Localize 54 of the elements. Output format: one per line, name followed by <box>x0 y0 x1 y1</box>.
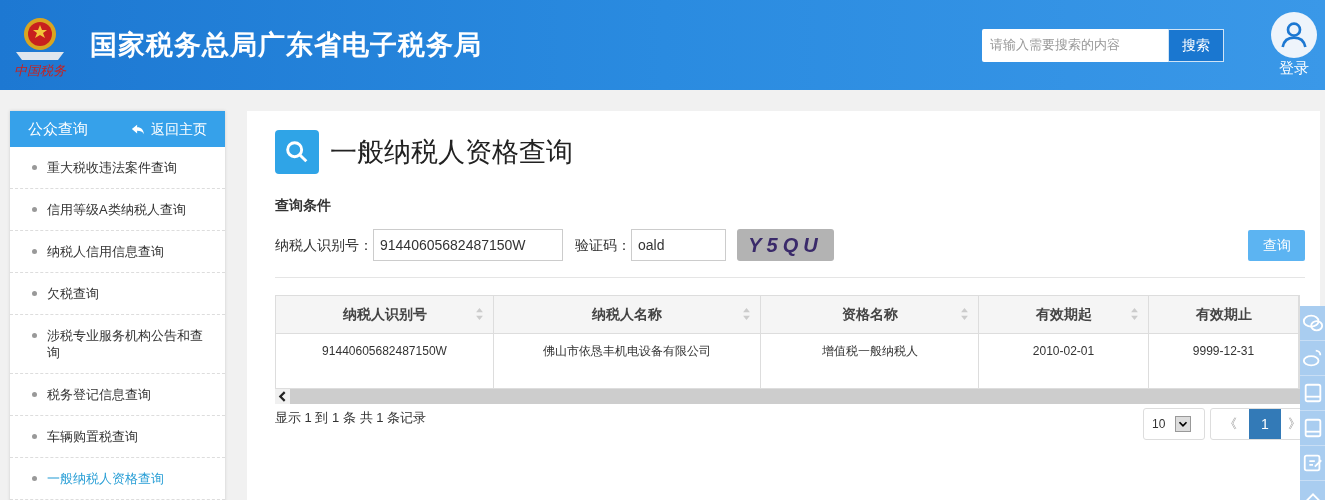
tablet-icon <box>1302 382 1324 404</box>
scroll-left-icon[interactable] <box>275 389 290 404</box>
sidebar-item[interactable]: 重大税收违法案件查询 <box>10 147 225 189</box>
column-header[interactable]: 资格名称 <box>761 296 979 333</box>
sort-icon <box>961 308 968 320</box>
captcha-image[interactable]: Y5QU <box>737 229 834 261</box>
bullet-icon <box>32 207 37 212</box>
sidebar-item[interactable]: 税务登记信息查询 <box>10 374 225 416</box>
column-header[interactable]: 纳税人名称 <box>494 296 761 333</box>
taxpayer-id-label: 纳税人识别号： <box>275 235 373 255</box>
sidebar-title: 公众查询 <box>28 118 88 139</box>
site-title: 国家税务总局广东省电子税务局 <box>90 28 482 62</box>
search-button[interactable]: 搜索 <box>1168 28 1224 62</box>
table-cell: 9999-12-31 <box>1149 334 1299 388</box>
column-header[interactable]: 纳税人识别号 <box>276 296 494 333</box>
captcha-label: 验证码： <box>575 235 631 255</box>
bullet-icon <box>32 291 37 296</box>
bullet-icon <box>32 476 37 481</box>
page-link[interactable]: 1 <box>1249 409 1281 439</box>
page-title: 一般纳税人资格查询 <box>330 135 573 169</box>
bullet-icon <box>32 165 37 170</box>
bullet-icon <box>32 434 37 439</box>
reply-arrow-icon <box>131 122 145 136</box>
horizontal-scrollbar[interactable] <box>275 389 1300 404</box>
edit-icon <box>1302 452 1324 474</box>
avatar-icon[interactable] <box>1271 12 1317 58</box>
sort-icon <box>1131 308 1138 320</box>
page-size-select[interactable]: 10 <box>1143 408 1205 440</box>
bullet-icon <box>32 333 37 338</box>
conditions-label: 查询条件 <box>275 196 332 215</box>
search-icon <box>275 130 319 174</box>
table-cell: 2010-02-01 <box>979 334 1149 388</box>
logo-text: 中国税务 <box>14 63 66 77</box>
bullet-icon <box>32 249 37 254</box>
sort-icon <box>476 308 483 320</box>
column-header[interactable]: 有效期起 <box>979 296 1149 333</box>
column-header[interactable]: 有效期止 <box>1149 296 1299 333</box>
sidebar-item[interactable]: 涉税专业服务机构公告和查询 <box>10 315 225 374</box>
taxpayer-id-field[interactable]: 91440605682487150W <box>373 229 563 261</box>
sidebar-item[interactable]: 纳税人信用信息查询 <box>10 231 225 273</box>
caret-icon <box>1175 416 1192 432</box>
tablet-icon <box>1302 417 1324 439</box>
search-field[interactable]: 请输入需要搜索的内容 <box>982 28 1168 62</box>
sidebar-item[interactable]: 欠税查询 <box>10 273 225 315</box>
bullet-icon <box>32 392 37 397</box>
table-cell: 佛山市依恳丰机电设备有限公司 <box>494 334 761 388</box>
sidebar-item[interactable]: 车辆购置税查询 <box>10 416 225 458</box>
record-summary: 显示 1 到 1 条 共 1 条记录 <box>275 409 426 427</box>
chat-icon <box>1302 312 1324 334</box>
sort-icon <box>743 308 750 320</box>
sidebar-item[interactable]: 信用等级A类纳税人查询 <box>10 189 225 231</box>
table-cell: 增值税一般纳税人 <box>761 334 979 388</box>
captcha-field[interactable]: oald <box>631 229 726 261</box>
table-cell: 91440605682487150W <box>276 334 494 388</box>
